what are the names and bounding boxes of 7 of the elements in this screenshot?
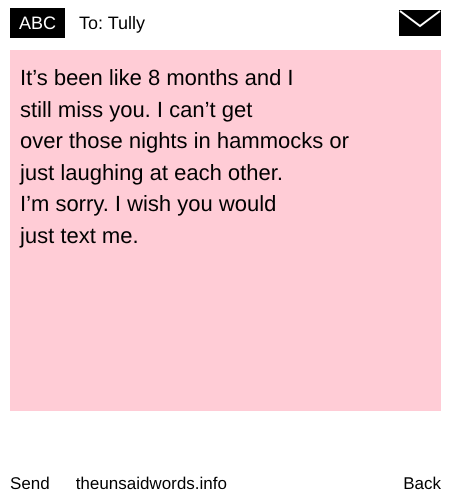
send-softkey[interactable]: Send [10, 472, 50, 496]
recipient-label: To: Tully [79, 12, 146, 35]
website-label: theunsaidwords.info [76, 473, 227, 495]
message-text[interactable]: It’s been like 8 months and I still miss you. I can’t get over those nights in hammocks or just laughing at each other. I’m sorry. I wish you would just text me. [10, 50, 441, 411]
input-mode-indicator: ABC [10, 8, 66, 38]
envelope-icon [399, 10, 441, 36]
back-softkey[interactable]: Back [403, 472, 441, 496]
